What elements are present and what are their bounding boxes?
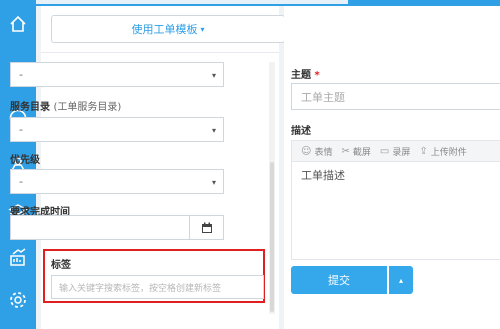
calendar-button[interactable] <box>190 215 224 240</box>
service-catalog-label: 服务目录 (工单服务目录) <box>10 98 121 113</box>
service-catalog-hint: (工单服务目录) <box>53 102 122 113</box>
tags-label: 标签 <box>51 260 71 271</box>
editor-toolbar: ☺ 表情 ✂ 截屏 ▭ 录屏 ⇪ 上传附件 <box>291 140 500 162</box>
upload-attachment-label: 上传附件 <box>430 147 467 158</box>
chevron-down-icon: ▾ <box>211 178 216 187</box>
emoji-icon: ☺ <box>301 145 312 157</box>
required-mark: * <box>314 70 320 81</box>
service-catalog-label-text: 服务目录 <box>10 102 50 113</box>
tags-input[interactable]: 输入关键字搜索标签，按空格创建新标签 <box>51 275 264 299</box>
subject-label-text: 主题 <box>291 70 311 81</box>
caret-down-icon: ▾ <box>200 24 205 34</box>
chart-icon[interactable] <box>4 243 32 271</box>
template-bar: 使用工单模板 ▾ <box>41 6 285 53</box>
screenshot-label: 截屏 <box>352 147 371 158</box>
top-bar-highlight <box>36 0 348 4</box>
description-label: 描述 <box>291 126 311 137</box>
caret-up-icon: ▴ <box>398 275 403 285</box>
home-icon[interactable] <box>4 10 32 38</box>
scissors-icon: ✂ <box>341 145 350 157</box>
top-select[interactable]: - ▾ <box>10 62 224 87</box>
gear-icon[interactable] <box>4 286 32 314</box>
subject-input[interactable]: 工单主题 <box>291 83 500 110</box>
video-icon: ▭ <box>379 145 390 157</box>
emoji-button[interactable]: ☺ 表情 <box>301 145 332 158</box>
service-catalog-value: - <box>19 123 23 136</box>
submit-button[interactable]: 提交 <box>291 266 387 294</box>
description-editor[interactable]: 工单描述 <box>291 161 500 260</box>
emoji-label: 表情 <box>314 147 333 158</box>
use-template-button[interactable]: 使用工单模板 ▾ <box>51 15 285 43</box>
subject-label: 主题 * <box>291 66 320 81</box>
scrollbar-thumb[interactable] <box>270 162 274 312</box>
use-template-label: 使用工单模板 <box>131 23 198 36</box>
chevron-down-icon: ▾ <box>211 126 216 135</box>
top-select-value: - <box>19 68 23 81</box>
due-time-input[interactable] <box>10 215 190 240</box>
priority-label: 优先级 <box>10 155 40 166</box>
screenshot-button[interactable]: ✂ 截屏 <box>341 145 370 158</box>
upload-icon: ⇪ <box>419 145 428 157</box>
priority-value: - <box>19 175 23 188</box>
calendar-icon <box>201 222 212 233</box>
priority-select[interactable]: - ▾ <box>10 169 224 194</box>
screen-record-button[interactable]: ▭ 录屏 <box>380 145 410 158</box>
submit-options-button[interactable]: ▴ <box>389 266 413 294</box>
screen-record-label: 录屏 <box>392 147 411 158</box>
chevron-down-icon: ▾ <box>211 71 216 80</box>
upload-attachment-button[interactable]: ⇪ 上传附件 <box>419 145 466 158</box>
service-catalog-select[interactable]: - ▾ <box>10 117 224 142</box>
